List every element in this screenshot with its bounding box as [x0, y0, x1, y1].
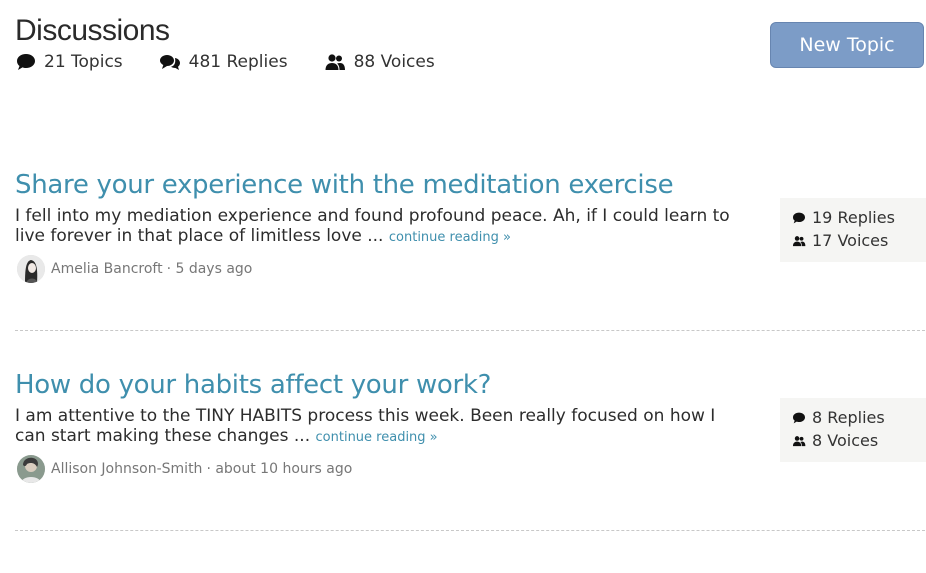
topic-stats: 19 Replies 17 Voices — [780, 198, 926, 262]
voices-row: 17 Voices — [792, 229, 926, 252]
topic-meta: Amelia Bancroft · 5 days ago — [17, 255, 252, 283]
replies-count: 481 Replies — [188, 52, 288, 72]
topic-divider — [15, 530, 925, 531]
speech-bubbles-icon — [159, 55, 180, 70]
excerpt-line: live forever in that place of limitless … — [15, 226, 384, 246]
topic-replies-count: 19 Replies — [812, 208, 895, 227]
user-photo-icon — [17, 255, 45, 283]
author-name-link[interactable]: Allison Johnson-Smith — [51, 461, 202, 477]
topics-count: 21 Topics — [44, 52, 123, 72]
speech-bubble-icon — [793, 412, 805, 423]
topic-divider — [15, 330, 925, 331]
replies-row: 19 Replies — [792, 206, 926, 229]
topic-replies-count: 8 Replies — [812, 408, 885, 427]
excerpt-line: can start making these changes ... — [15, 426, 311, 446]
topic-voices-count: 8 Voices — [812, 431, 879, 450]
author-name-link[interactable]: Amelia Bancroft — [51, 261, 163, 277]
speech-bubble-icon — [793, 212, 805, 223]
replies-row: 8 Replies — [792, 406, 926, 429]
voices-count: 88 Voices — [353, 52, 435, 72]
replies-stat: 481 Replies — [159, 52, 288, 72]
users-icon — [792, 235, 806, 246]
page-title: Discussions — [15, 14, 170, 47]
users-icon — [792, 435, 806, 446]
topic-item: How do your habits affect your work? I a… — [15, 370, 926, 500]
voices-row: 8 Voices — [792, 429, 926, 452]
excerpt-line: I am attentive to the TINY HABITS proces… — [15, 406, 716, 426]
avatar[interactable] — [17, 255, 45, 283]
excerpt-line: I fell into my mediation experience and … — [15, 206, 730, 226]
topic-voices-count: 17 Voices — [812, 231, 889, 250]
users-icon — [325, 54, 345, 70]
new-topic-button[interactable]: New Topic — [770, 22, 924, 68]
post-time: · about 10 hours ago — [206, 461, 353, 477]
topic-stats: 8 Replies 8 Voices — [780, 398, 926, 462]
topics-stat: 21 Topics — [16, 52, 123, 72]
continue-reading-link[interactable]: continue reading » — [316, 430, 438, 445]
avatar[interactable] — [17, 455, 45, 483]
speech-bubble-icon — [17, 54, 35, 70]
forum-stats: 21 Topics 481 Replies 88 Voices — [16, 52, 471, 72]
user-photo-icon — [17, 455, 45, 483]
voices-stat: 88 Voices — [324, 52, 435, 72]
topic-excerpt: I fell into my mediation experience and … — [15, 206, 775, 248]
topic-item: Share your experience with the meditatio… — [15, 170, 926, 300]
topic-meta: Allison Johnson-Smith · about 10 hours a… — [17, 455, 352, 483]
continue-reading-link[interactable]: continue reading » — [389, 230, 511, 245]
topic-title-link[interactable]: Share your experience with the meditatio… — [15, 170, 926, 200]
post-time: · 5 days ago — [166, 261, 253, 277]
topic-title-link[interactable]: How do your habits affect your work? — [15, 370, 926, 400]
topic-excerpt: I am attentive to the TINY HABITS proces… — [15, 406, 775, 448]
